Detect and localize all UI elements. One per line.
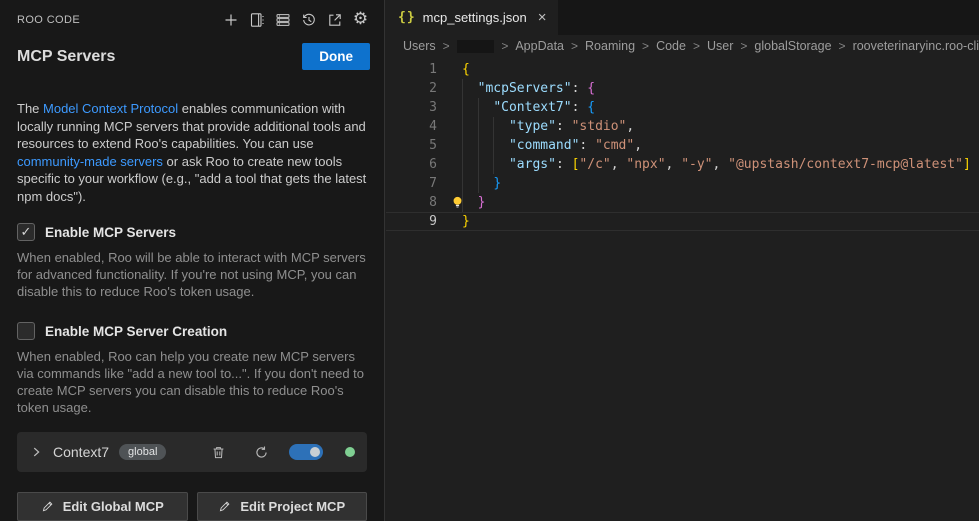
page-title: MCP Servers xyxy=(17,48,115,66)
code-line[interactable]: 9} xyxy=(386,212,979,231)
new-task-plus-icon[interactable] xyxy=(221,10,240,29)
server-enabled-toggle[interactable] xyxy=(289,444,323,460)
code-line[interactable]: 5 "command": "cmd", xyxy=(386,136,979,155)
open-in-editor-icon[interactable] xyxy=(325,10,344,29)
breadcrumb: Users > > AppData > Roaming > Code > User > globalS… xyxy=(386,35,979,57)
breadcrumb-item[interactable]: globalStorage xyxy=(754,39,831,53)
code-line[interactable]: 2 "mcpServers": { xyxy=(386,79,979,98)
panel-header: MCP Servers Done xyxy=(0,29,384,70)
intro-text: The xyxy=(17,101,43,116)
breadcrumb-redacted-segment xyxy=(457,40,495,53)
breadcrumb-separator-icon: > xyxy=(839,39,846,53)
code-line[interactable]: 1{ xyxy=(386,60,979,79)
json-file-icon: {} xyxy=(398,10,416,25)
lightbulb-icon[interactable] xyxy=(450,195,465,210)
server-row-context7: Context7 global xyxy=(17,432,367,472)
edit-global-mcp-button[interactable]: Edit Global MCP xyxy=(17,492,188,521)
code-line[interactable]: 4 "type": "stdio", xyxy=(386,117,979,136)
pencil-icon xyxy=(218,500,231,513)
line-number: 4 xyxy=(386,117,437,136)
enable-mcp-server-creation-checkbox[interactable] xyxy=(17,322,35,340)
line-number: 1 xyxy=(386,60,437,79)
enable-mcp-server-creation-label: Enable MCP Server Creation xyxy=(45,324,227,339)
breadcrumb-separator-icon: > xyxy=(740,39,747,53)
code-lines: 1{2 "mcpServers": {3 "Context7": {4 "typ… xyxy=(386,60,979,231)
breadcrumb-item[interactable]: Code xyxy=(656,39,686,53)
line-number: 2 xyxy=(386,79,437,98)
line-number: 7 xyxy=(386,174,437,193)
line-content: "type": "stdio", xyxy=(462,117,634,136)
server-scope-badge: global xyxy=(119,444,166,460)
pencil-icon xyxy=(41,500,54,513)
tab-close-icon[interactable]: × xyxy=(538,9,547,26)
settings-gear-icon[interactable]: ⚙ xyxy=(351,10,370,29)
code-editor[interactable]: 1{2 "mcpServers": {3 "Context7": {4 "typ… xyxy=(386,57,979,231)
code-line[interactable]: 7 } xyxy=(386,174,979,193)
done-button[interactable]: Done xyxy=(302,43,370,70)
line-content: "command": "cmd", xyxy=(462,136,642,155)
breadcrumb-item[interactable]: Roaming xyxy=(585,39,635,53)
breadcrumb-item[interactable]: rooveterinaryinc.roo-cli xyxy=(853,39,979,53)
enable-mcp-server-creation-section: Enable MCP Server Creation When enabled,… xyxy=(0,322,384,416)
mcp-edit-buttons: Edit Global MCP Edit Project MCP xyxy=(17,492,367,521)
community-made-servers-link[interactable]: community-made servers xyxy=(17,154,163,169)
panel-topbar: ROO CODE ⚙ xyxy=(0,0,384,29)
server-name: Context7 xyxy=(53,444,109,460)
breadcrumb-separator-icon: > xyxy=(443,39,450,53)
line-number: 3 xyxy=(386,98,437,117)
tab-label: mcp_settings.json xyxy=(423,10,527,25)
restart-server-icon[interactable] xyxy=(254,445,269,460)
mcp-servers-icon[interactable] xyxy=(273,10,292,29)
enable-mcp-servers-label: Enable MCP Servers xyxy=(45,225,176,240)
line-content: { xyxy=(462,60,470,79)
breadcrumb-separator-icon: > xyxy=(571,39,578,53)
line-number: 5 xyxy=(386,136,437,155)
intro-paragraph: The Model Context Protocol enables commu… xyxy=(17,100,370,205)
line-content: } xyxy=(462,212,470,231)
breadcrumb-item[interactable]: AppData xyxy=(515,39,564,53)
edit-project-mcp-button[interactable]: Edit Project MCP xyxy=(197,492,368,521)
panel-brand: ROO CODE xyxy=(17,14,80,26)
history-icon[interactable] xyxy=(299,10,318,29)
delete-server-trash-icon[interactable] xyxy=(211,445,226,460)
breadcrumb-separator-icon: > xyxy=(642,39,649,53)
tab-mcp-settings-json[interactable]: {} mcp_settings.json × xyxy=(386,0,558,35)
editor-tabbar: {} mcp_settings.json × xyxy=(386,0,979,35)
panel-toolbar: ⚙ xyxy=(221,10,370,29)
prompts-notebook-icon[interactable] xyxy=(247,10,266,29)
chevron-right-icon[interactable] xyxy=(29,445,43,459)
breadcrumb-separator-icon: > xyxy=(501,39,508,53)
model-context-protocol-link[interactable]: Model Context Protocol xyxy=(43,101,178,116)
enable-mcp-servers-checkbox[interactable]: ✓ xyxy=(17,223,35,241)
enable-mcp-servers-description: When enabled, Roo will be able to intera… xyxy=(17,249,367,300)
enable-mcp-servers-section: ✓ Enable MCP Servers When enabled, Roo w… xyxy=(0,223,384,300)
line-content: "mcpServers": { xyxy=(462,79,595,98)
enable-mcp-server-creation-description: When enabled, Roo can help you create ne… xyxy=(17,348,367,416)
server-status-dot xyxy=(345,447,355,457)
current-line-highlight xyxy=(386,212,979,231)
line-number: 6 xyxy=(386,155,437,174)
editor-group: {} mcp_settings.json × Users > > AppData > Ro… xyxy=(386,0,979,521)
line-content: "args": ["/c", "npx", "-y", "@upstash/co… xyxy=(462,155,971,174)
line-content: "Context7": { xyxy=(462,98,595,117)
code-line[interactable]: 3 "Context7": { xyxy=(386,98,979,117)
line-number: 9 xyxy=(386,212,437,231)
line-content: } xyxy=(462,174,501,193)
breadcrumb-item[interactable]: User xyxy=(707,39,733,53)
line-content: } xyxy=(462,193,485,212)
breadcrumb-separator-icon: > xyxy=(693,39,700,53)
roo-code-panel: ROO CODE ⚙ MCP Servers Done xyxy=(0,0,385,521)
code-line[interactable]: 8 } xyxy=(386,193,979,212)
code-line[interactable]: 6 "args": ["/c", "npx", "-y", "@upstash/… xyxy=(386,155,979,174)
line-number: 8 xyxy=(386,193,437,212)
breadcrumb-item[interactable]: Users xyxy=(403,39,436,53)
